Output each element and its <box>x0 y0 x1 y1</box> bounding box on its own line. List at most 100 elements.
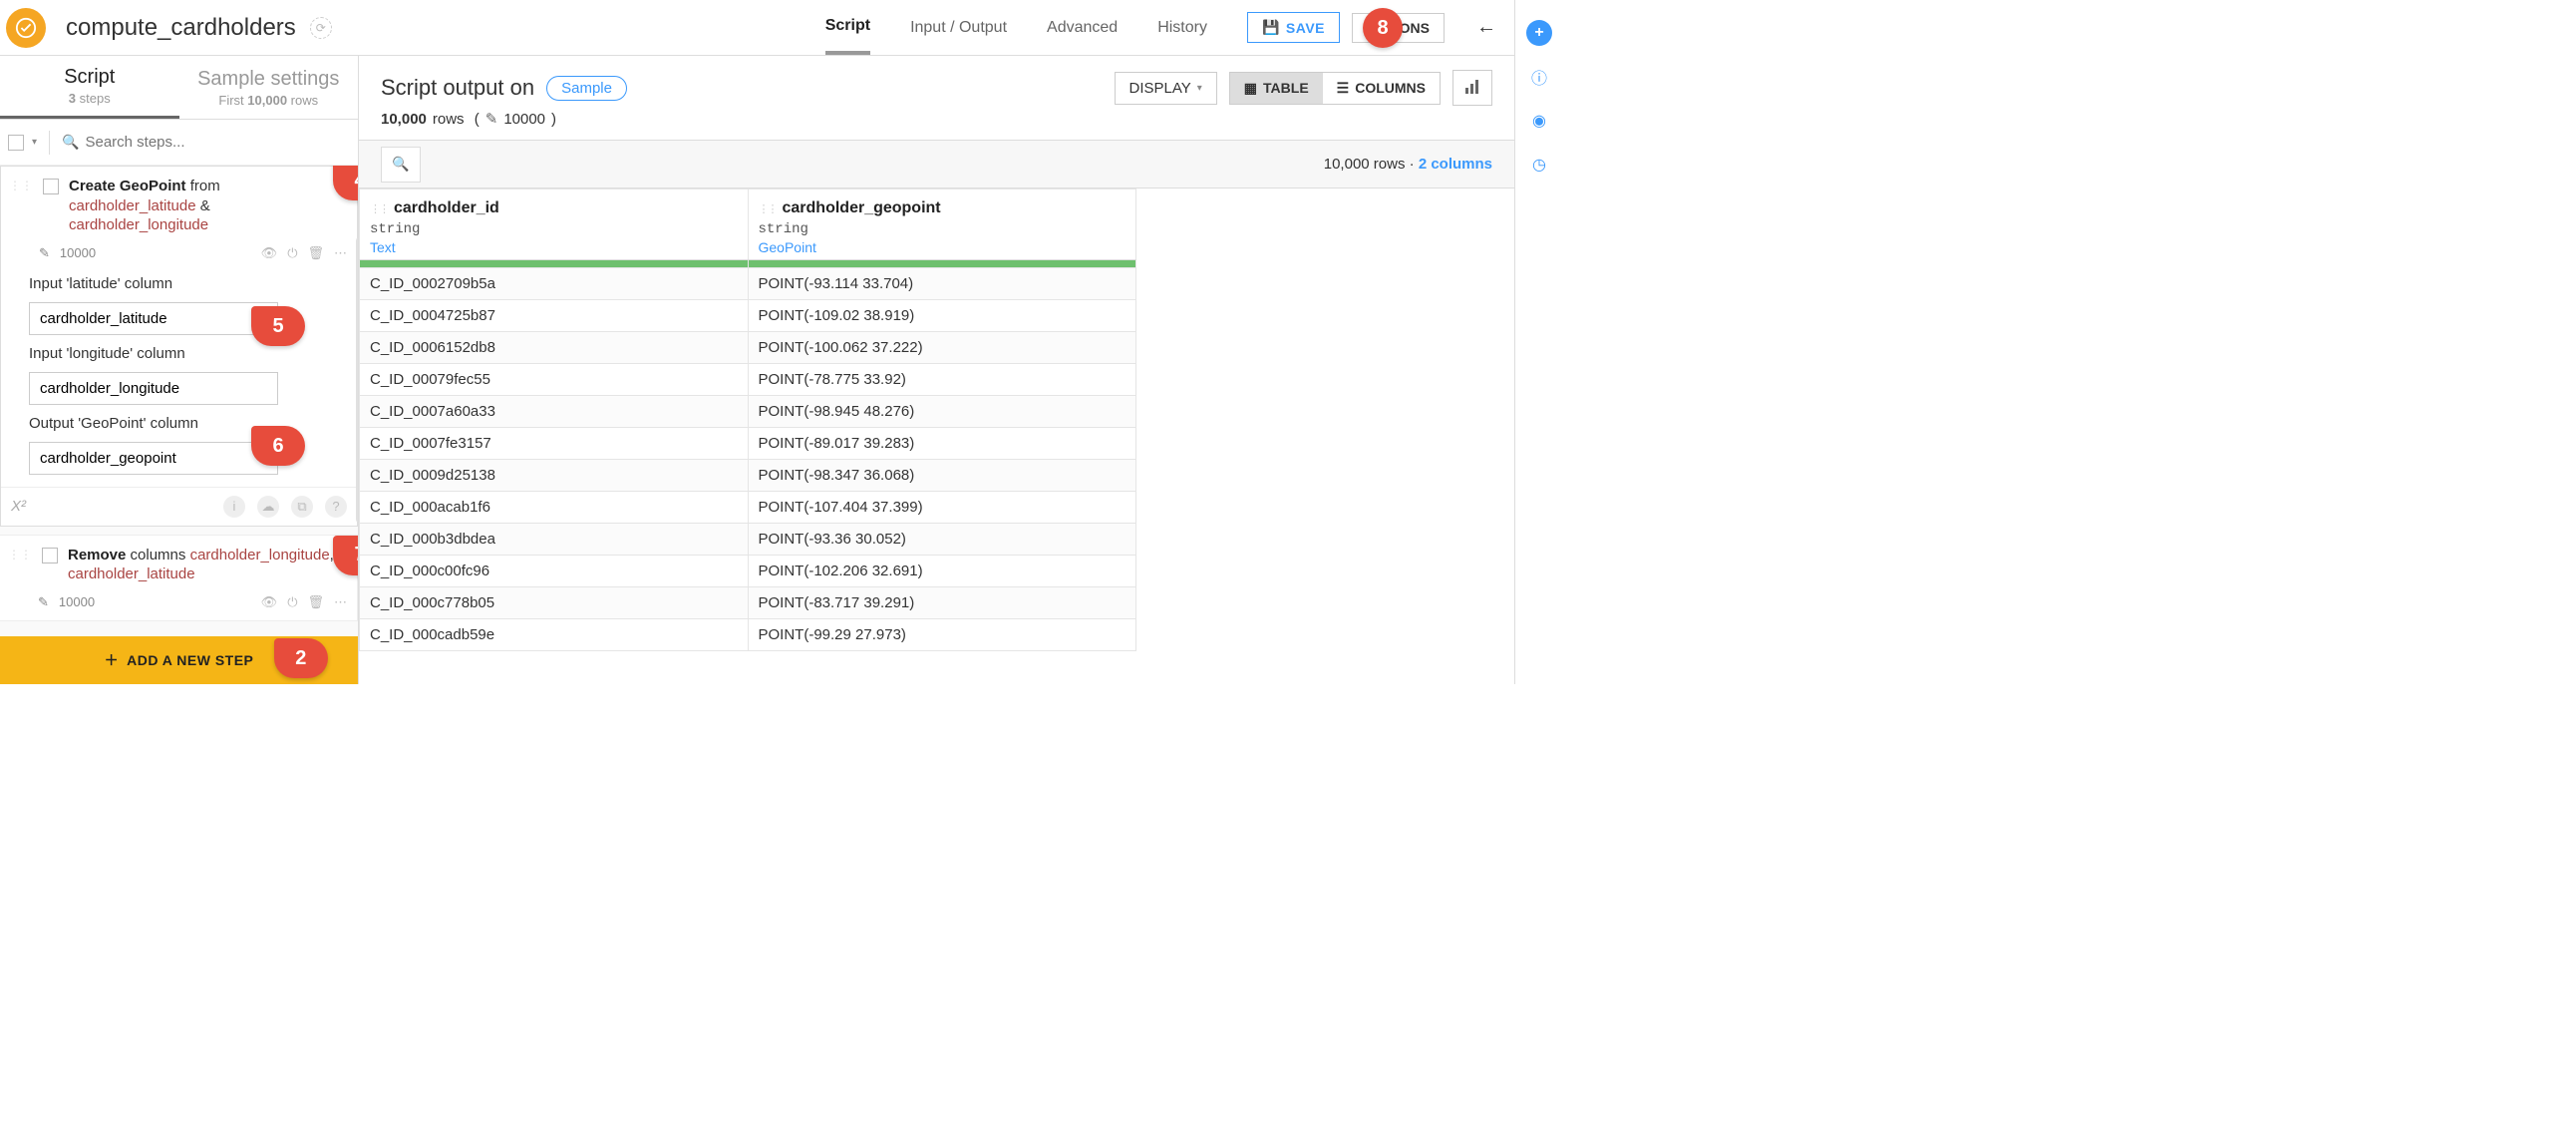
column-header[interactable]: ⋮⋮cardholder_geopointstringGeoPoint <box>748 189 1136 260</box>
info-icon[interactable]: i <box>223 496 245 518</box>
chart-button[interactable] <box>1452 70 1492 106</box>
view-table[interactable]: ▦ TABLE <box>1230 73 1323 104</box>
scrollbar-thumb[interactable] <box>356 235 358 525</box>
table-cell[interactable]: POINT(-98.347 36.068) <box>748 460 1136 492</box>
select-all-checkbox[interactable] <box>8 135 24 151</box>
edit-count: 10000 <box>503 111 545 128</box>
eye-icon[interactable]: 👁 <box>261 594 278 610</box>
column-header[interactable]: ⋮⋮cardholder_idstringText <box>360 189 749 260</box>
rail-history-icon[interactable]: ◷ <box>1526 152 1552 178</box>
table-cell[interactable]: POINT(-89.017 39.283) <box>748 428 1136 460</box>
build-status-icon[interactable]: ⟳ <box>310 17 332 39</box>
table-cell[interactable]: POINT(-109.02 38.919) <box>748 300 1136 332</box>
power-icon[interactable]: ⏻ <box>287 594 297 610</box>
table-cell[interactable]: POINT(-83.717 39.291) <box>748 587 1136 619</box>
column-drag-icon[interactable]: ⋮⋮ <box>370 203 388 215</box>
grid-icon: ▦ <box>1244 80 1257 97</box>
table-cell[interactable]: C_ID_000b3dbdea <box>360 524 749 556</box>
list-icon: ☰ <box>1337 80 1350 97</box>
table-row[interactable]: C_ID_000c778b05POINT(-83.717 39.291) <box>360 587 1136 619</box>
table-row[interactable]: C_ID_000b3dbdeaPOINT(-93.36 30.052) <box>360 524 1136 556</box>
table-cell[interactable]: POINT(-98.945 48.276) <box>748 396 1136 428</box>
rail-add-button[interactable]: + <box>1526 20 1552 46</box>
table-cell[interactable]: POINT(-107.404 37.399) <box>748 492 1136 524</box>
eye-icon[interactable]: 👁 <box>261 245 278 261</box>
table-cell[interactable]: C_ID_0006152db8 <box>360 332 749 364</box>
power-icon[interactable]: ⏻ <box>287 245 297 261</box>
trash-icon[interactable]: 🗑 <box>307 594 324 610</box>
pane-tab-sample[interactable]: Sample settings First 10,000 rows <box>179 56 359 119</box>
save-button[interactable]: 💾 SAVE <box>1247 12 1340 43</box>
step-card-create-geopoint[interactable]: ⋮⋮ Create GeoPoint from cardholder_latit… <box>0 166 358 527</box>
step-row-count: 10000 <box>59 594 95 609</box>
table-cell[interactable]: C_ID_0002709b5a <box>360 268 749 300</box>
table-cell[interactable]: POINT(-93.114 33.704) <box>748 268 1136 300</box>
select-menu-caret[interactable]: ▾ <box>32 137 37 148</box>
table-cell[interactable]: POINT(-78.775 33.92) <box>748 364 1136 396</box>
out-field-input[interactable] <box>29 442 278 475</box>
column-drag-icon[interactable]: ⋮⋮ <box>759 203 777 215</box>
table-cell[interactable]: POINT(-102.206 32.691) <box>748 556 1136 587</box>
tab-io[interactable]: Input / Output <box>910 0 1007 55</box>
grid-search-button[interactable]: 🔍 <box>381 147 421 183</box>
rail-chat-icon[interactable]: ◉ <box>1526 108 1552 134</box>
table-cell[interactable]: POINT(-99.29 27.973) <box>748 619 1136 651</box>
table-row[interactable]: C_ID_0007fe3157POINT(-89.017 39.283) <box>360 428 1136 460</box>
tab-history[interactable]: History <box>1157 0 1207 55</box>
copy-icon[interactable]: ⧉ <box>291 496 313 518</box>
lat-field-input[interactable] <box>29 302 278 335</box>
display-dropdown[interactable]: DISPLAY ▾ <box>1115 72 1217 105</box>
table-cell[interactable]: C_ID_0004725b87 <box>360 300 749 332</box>
step-card-remove-columns[interactable]: ⋮⋮ Remove columns cardholder_longitude, … <box>0 535 358 621</box>
pencil-icon[interactable]: ✎ <box>485 110 498 128</box>
tab-advanced[interactable]: Advanced <box>1047 0 1118 55</box>
grid-col-count[interactable]: 2 columns <box>1419 156 1492 173</box>
table-cell[interactable]: C_ID_000cadb59e <box>360 619 749 651</box>
table-cell[interactable]: C_ID_00079fec55 <box>360 364 749 396</box>
table-cell[interactable]: POINT(-100.062 37.222) <box>748 332 1136 364</box>
more-icon[interactable]: ⋯ <box>334 594 347 610</box>
table-cell[interactable]: C_ID_000c778b05 <box>360 587 749 619</box>
tab-script[interactable]: Script <box>825 0 870 55</box>
step-checkbox[interactable] <box>42 548 58 564</box>
pane-tab-script[interactable]: Script 3 steps <box>0 56 179 119</box>
view-columns[interactable]: ☰ COLUMNS <box>1323 73 1440 104</box>
callout-8: 8 <box>1363 8 1403 48</box>
table-row[interactable]: C_ID_0007a60a33POINT(-98.945 48.276) <box>360 396 1136 428</box>
table-row[interactable]: C_ID_0004725b87POINT(-109.02 38.919) <box>360 300 1136 332</box>
back-arrow-icon[interactable]: ← <box>1472 14 1500 42</box>
table-row[interactable]: C_ID_0002709b5aPOINT(-93.114 33.704) <box>360 268 1136 300</box>
table-cell[interactable]: C_ID_0009d25138 <box>360 460 749 492</box>
right-rail: + ⓘ ◉ ◷ <box>1515 0 1563 684</box>
table-row[interactable]: C_ID_000cadb59ePOINT(-99.29 27.973) <box>360 619 1136 651</box>
step-checkbox[interactable] <box>43 179 59 194</box>
view-columns-label: COLUMNS <box>1355 80 1426 96</box>
table-row[interactable]: C_ID_000acab1f6POINT(-107.404 37.399) <box>360 492 1136 524</box>
table-cell[interactable]: C_ID_000c00fc96 <box>360 556 749 587</box>
table-cell[interactable]: C_ID_0007fe3157 <box>360 428 749 460</box>
rail-info-icon[interactable]: ⓘ <box>1526 64 1552 90</box>
table-cell[interactable]: POINT(-93.36 30.052) <box>748 524 1136 556</box>
sample-pill[interactable]: Sample <box>546 76 627 101</box>
add-step-button[interactable]: ＋ ADD A NEW STEP 2 <box>0 636 358 684</box>
comment-icon[interactable]: ☁ <box>257 496 279 518</box>
table-row[interactable]: C_ID_00079fec55POINT(-78.775 33.92) <box>360 364 1136 396</box>
help-icon[interactable]: ? <box>325 496 347 518</box>
search-steps-input[interactable] <box>85 134 350 151</box>
formula-icon[interactable]: X² <box>11 498 26 515</box>
data-table: ⋮⋮cardholder_idstringText⋮⋮cardholder_ge… <box>359 188 1136 651</box>
rows-word: rows <box>433 111 465 128</box>
table-row[interactable]: C_ID_000c00fc96POINT(-102.206 32.691) <box>360 556 1136 587</box>
drag-handle-icon[interactable]: ⋮⋮ <box>8 546 32 584</box>
display-label: DISPLAY <box>1129 80 1191 97</box>
trash-icon[interactable]: 🗑 <box>307 245 324 261</box>
table-row[interactable]: C_ID_0009d25138POINT(-98.347 36.068) <box>360 460 1136 492</box>
drag-handle-icon[interactable]: ⋮⋮ <box>9 177 33 235</box>
lat-field-label: Input 'latitude' column <box>29 275 343 292</box>
add-step-label: ADD A NEW STEP <box>127 652 253 668</box>
table-row[interactable]: C_ID_0006152db8POINT(-100.062 37.222) <box>360 332 1136 364</box>
more-icon[interactable]: ⋯ <box>334 245 347 261</box>
table-cell[interactable]: C_ID_0007a60a33 <box>360 396 749 428</box>
lon-field-input[interactable] <box>29 372 278 405</box>
table-cell[interactable]: C_ID_000acab1f6 <box>360 492 749 524</box>
